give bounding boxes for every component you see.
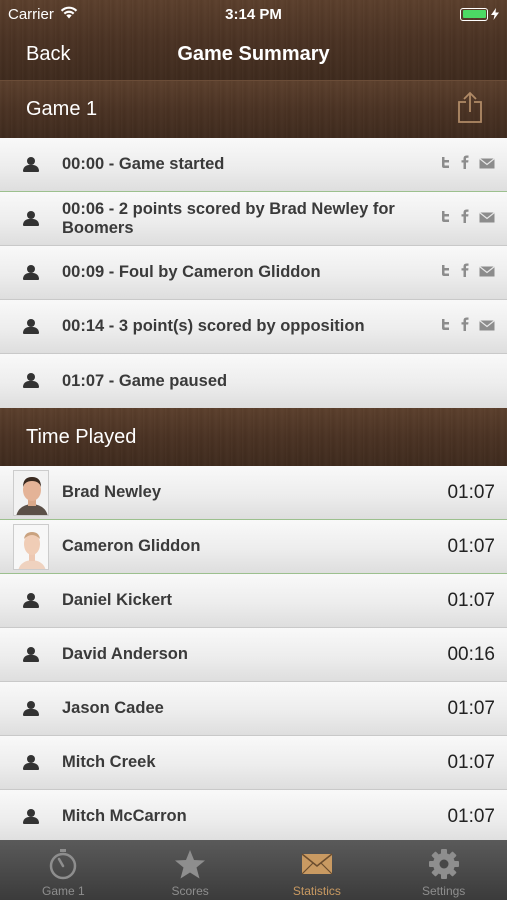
tab-statistics[interactable]: Statistics bbox=[254, 840, 381, 900]
player-time: 01:07 bbox=[447, 751, 495, 773]
tab-bar: Game 1 Scores Statistics Settings bbox=[0, 840, 507, 900]
player-name: David Anderson bbox=[62, 645, 188, 663]
player-name: Mitch McCarron bbox=[62, 807, 187, 825]
envelope-icon bbox=[301, 844, 333, 884]
email-icon[interactable] bbox=[479, 264, 495, 282]
tab-label: Statistics bbox=[292, 884, 341, 898]
player-row[interactable]: Cameron Gliddon 01:07 bbox=[0, 520, 507, 574]
player-name: Brad Newley bbox=[62, 483, 162, 501]
player-row[interactable]: Daniel Kickert 01:07 bbox=[0, 574, 507, 628]
player-name: Cameron Gliddon bbox=[62, 537, 201, 555]
clock: 3:14 PM bbox=[225, 5, 282, 23]
email-icon[interactable] bbox=[479, 318, 495, 336]
share-buttons bbox=[439, 155, 507, 174]
facebook-icon[interactable] bbox=[461, 263, 469, 282]
game-section-header: Game 1 bbox=[0, 80, 507, 138]
twitter-icon[interactable] bbox=[439, 156, 451, 174]
time-played-header: Time Played bbox=[0, 408, 507, 466]
star-icon bbox=[174, 844, 206, 884]
person-icon bbox=[22, 592, 40, 609]
tab-label: Scores bbox=[171, 884, 209, 898]
share-buttons bbox=[439, 263, 507, 282]
person-icon bbox=[22, 264, 40, 281]
email-icon[interactable] bbox=[479, 156, 495, 174]
share-buttons bbox=[439, 209, 507, 228]
stopwatch-icon bbox=[48, 844, 78, 884]
player-time: 00:16 bbox=[447, 643, 495, 665]
event-row[interactable]: 00:09 - Foul by Cameron Gliddon bbox=[0, 246, 507, 300]
back-button[interactable]: Back bbox=[26, 43, 70, 66]
facebook-icon[interactable] bbox=[461, 155, 469, 174]
tab-game-1[interactable]: Game 1 bbox=[0, 840, 127, 900]
facebook-icon[interactable] bbox=[461, 209, 469, 228]
event-text: 00:00 - Game started bbox=[62, 155, 225, 173]
event-text: 00:06 - 2 points scored by Brad Newley f… bbox=[62, 199, 395, 237]
player-time: 01:07 bbox=[447, 805, 495, 827]
player-row[interactable]: Brad Newley 01:07 bbox=[0, 466, 507, 520]
tab-label: Settings bbox=[421, 884, 466, 898]
player-list: Brad Newley 01:07 Cameron Gliddon 01:07 … bbox=[0, 466, 507, 844]
event-row[interactable]: 01:07 - Game paused bbox=[0, 354, 507, 408]
game-section-title: Game 1 bbox=[26, 98, 98, 120]
time-played-title: Time Played bbox=[26, 425, 137, 448]
person-icon bbox=[22, 318, 40, 335]
page-title: Game Summary bbox=[177, 42, 330, 65]
player-row[interactable]: Mitch McCarron 01:07 bbox=[0, 790, 507, 844]
player-row[interactable]: Jason Cadee 01:07 bbox=[0, 682, 507, 736]
player-name: Jason Cadee bbox=[62, 699, 164, 717]
event-row[interactable]: 00:00 - Game started bbox=[0, 138, 507, 192]
event-row[interactable]: 00:06 - 2 points scored by Brad Newley f… bbox=[0, 192, 507, 246]
status-bar: Carrier 3:14 PM bbox=[0, 0, 507, 28]
email-icon[interactable] bbox=[479, 210, 495, 228]
person-icon bbox=[22, 808, 40, 825]
player-name: Daniel Kickert bbox=[62, 591, 173, 609]
event-text: 00:09 - Foul by Cameron Gliddon bbox=[62, 263, 321, 281]
twitter-icon[interactable] bbox=[439, 264, 451, 282]
navigation-bar: Back Game Summary bbox=[0, 28, 507, 80]
person-icon bbox=[22, 646, 40, 663]
twitter-icon[interactable] bbox=[439, 318, 451, 336]
person-icon bbox=[22, 373, 40, 389]
tab-scores[interactable]: Scores bbox=[127, 840, 254, 900]
tab-label: Game 1 bbox=[42, 884, 85, 898]
event-list: 00:00 - Game started 00:06 - 2 points sc… bbox=[0, 138, 507, 408]
person-icon bbox=[22, 700, 40, 717]
share-icon[interactable] bbox=[457, 91, 483, 129]
facebook-icon[interactable] bbox=[461, 317, 469, 336]
player-time: 01:07 bbox=[447, 481, 495, 503]
twitter-icon[interactable] bbox=[439, 210, 451, 228]
player-time: 01:07 bbox=[447, 535, 495, 557]
player-photo bbox=[13, 523, 49, 570]
event-text: 01:07 - Game paused bbox=[62, 371, 228, 390]
player-time: 01:07 bbox=[447, 589, 495, 611]
event-row[interactable]: 00:14 - 3 point(s) scored by opposition bbox=[0, 300, 507, 354]
tab-settings[interactable]: Settings bbox=[380, 840, 507, 900]
top-bar: Carrier 3:14 PM Back Game Summary bbox=[0, 0, 507, 80]
player-photo bbox=[13, 469, 49, 516]
person-icon bbox=[22, 754, 40, 771]
player-row[interactable]: Mitch Creek 01:07 bbox=[0, 736, 507, 790]
share-buttons bbox=[439, 317, 507, 336]
player-row[interactable]: David Anderson 00:16 bbox=[0, 628, 507, 682]
player-time: 01:07 bbox=[447, 697, 495, 719]
person-icon bbox=[22, 156, 40, 173]
gear-icon bbox=[428, 844, 460, 884]
player-name: Mitch Creek bbox=[62, 753, 156, 771]
person-icon bbox=[22, 210, 40, 227]
event-text: 00:14 - 3 point(s) scored by opposition bbox=[62, 317, 365, 335]
